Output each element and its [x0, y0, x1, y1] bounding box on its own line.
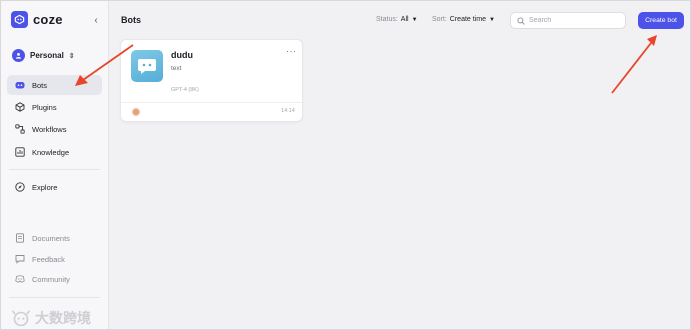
workflow-icon — [15, 124, 25, 134]
search-icon — [517, 12, 525, 30]
bot-model: GPT-4 (8K) — [171, 87, 199, 93]
logo[interactable]: coze — [11, 11, 63, 28]
workspace-switcher[interactable]: Personal ⇕ — [12, 49, 75, 62]
sidebar-item-label: Knowledge — [32, 147, 70, 157]
sidebar-item-label: Explore — [32, 182, 58, 192]
card-divider — [121, 102, 302, 103]
bot-card[interactable]: dudu text ··· GPT-4 (8K) 14:14 — [120, 39, 303, 122]
watermark-logo-icon — [11, 310, 31, 326]
sidebar-item-knowledge[interactable]: Knowledge — [7, 142, 102, 162]
sidebar-item-feedback[interactable]: Feedback — [7, 249, 102, 269]
bot-description: text — [171, 65, 182, 72]
watermark-text: 大数跨境 — [35, 310, 91, 326]
sidebar-item-workflows[interactable]: Workflows — [7, 119, 102, 139]
chat-bubble-icon — [138, 58, 156, 74]
bot-name: dudu — [171, 50, 193, 60]
sidebar-item-explore[interactable]: Explore — [7, 177, 102, 197]
search-box[interactable] — [510, 12, 626, 29]
status-filter-value: All — [400, 16, 409, 23]
watermark: 大数跨境 — [11, 308, 91, 328]
knowledge-icon — [15, 147, 25, 157]
logo-text: coze — [33, 12, 63, 27]
bot-icon — [15, 80, 25, 90]
status-filter[interactable]: Status: All ▼ — [376, 16, 418, 23]
chevron-down-icon: ▼ — [488, 16, 495, 23]
sort-filter-value: Create time — [449, 16, 486, 23]
switch-caret-icon: ⇕ — [68, 52, 75, 60]
create-bot-button[interactable]: Create bot — [638, 12, 684, 29]
sort-filter-label: Sort: — [432, 16, 447, 23]
sidebar-item-label: Workflows — [32, 124, 67, 134]
sidebar-item-plugins[interactable]: Plugins — [7, 97, 102, 117]
sidebar-divider — [9, 169, 100, 170]
discord-icon — [15, 274, 25, 284]
bot-avatar — [131, 50, 163, 82]
user-icon — [12, 49, 25, 62]
sidebar-item-label: Bots — [32, 80, 48, 90]
cube-icon — [15, 102, 25, 112]
more-options-icon[interactable]: ··· — [286, 46, 297, 56]
chevron-down-icon: ▼ — [411, 16, 418, 23]
page-title: Bots — [121, 15, 141, 25]
sidebar-item-documents[interactable]: Documents — [7, 228, 102, 248]
collapse-sidebar-icon[interactable]: ‹ — [89, 13, 103, 27]
workspace-name: Personal — [30, 51, 64, 60]
sidebar-item-bots[interactable]: Bots — [7, 75, 102, 95]
status-filter-label: Status: — [376, 16, 398, 23]
sidebar-item-label: Documents — [32, 233, 70, 243]
creator-avatar — [132, 108, 140, 116]
app-window: coze ‹ Personal ⇕ Bots Plugins Workflows… — [0, 0, 691, 330]
sidebar-item-community[interactable]: Community — [7, 269, 102, 289]
coze-logo-icon — [11, 11, 28, 28]
sidebar-item-label: Community — [32, 274, 70, 284]
sidebar: coze ‹ Personal ⇕ Bots Plugins Workflows… — [1, 1, 109, 329]
sidebar-divider — [9, 297, 100, 298]
search-input[interactable] — [529, 17, 619, 24]
bot-edit-time: 14:14 — [281, 108, 295, 114]
sort-filter[interactable]: Sort: Create time ▼ — [432, 16, 495, 23]
sidebar-item-label: Feedback — [32, 254, 65, 264]
main-content: Bots Status: All ▼ Sort: Create time ▼ C… — [110, 1, 691, 329]
feedback-icon — [15, 254, 25, 264]
compass-icon — [15, 182, 25, 192]
document-icon — [15, 233, 25, 243]
sidebar-item-label: Plugins — [32, 102, 57, 112]
